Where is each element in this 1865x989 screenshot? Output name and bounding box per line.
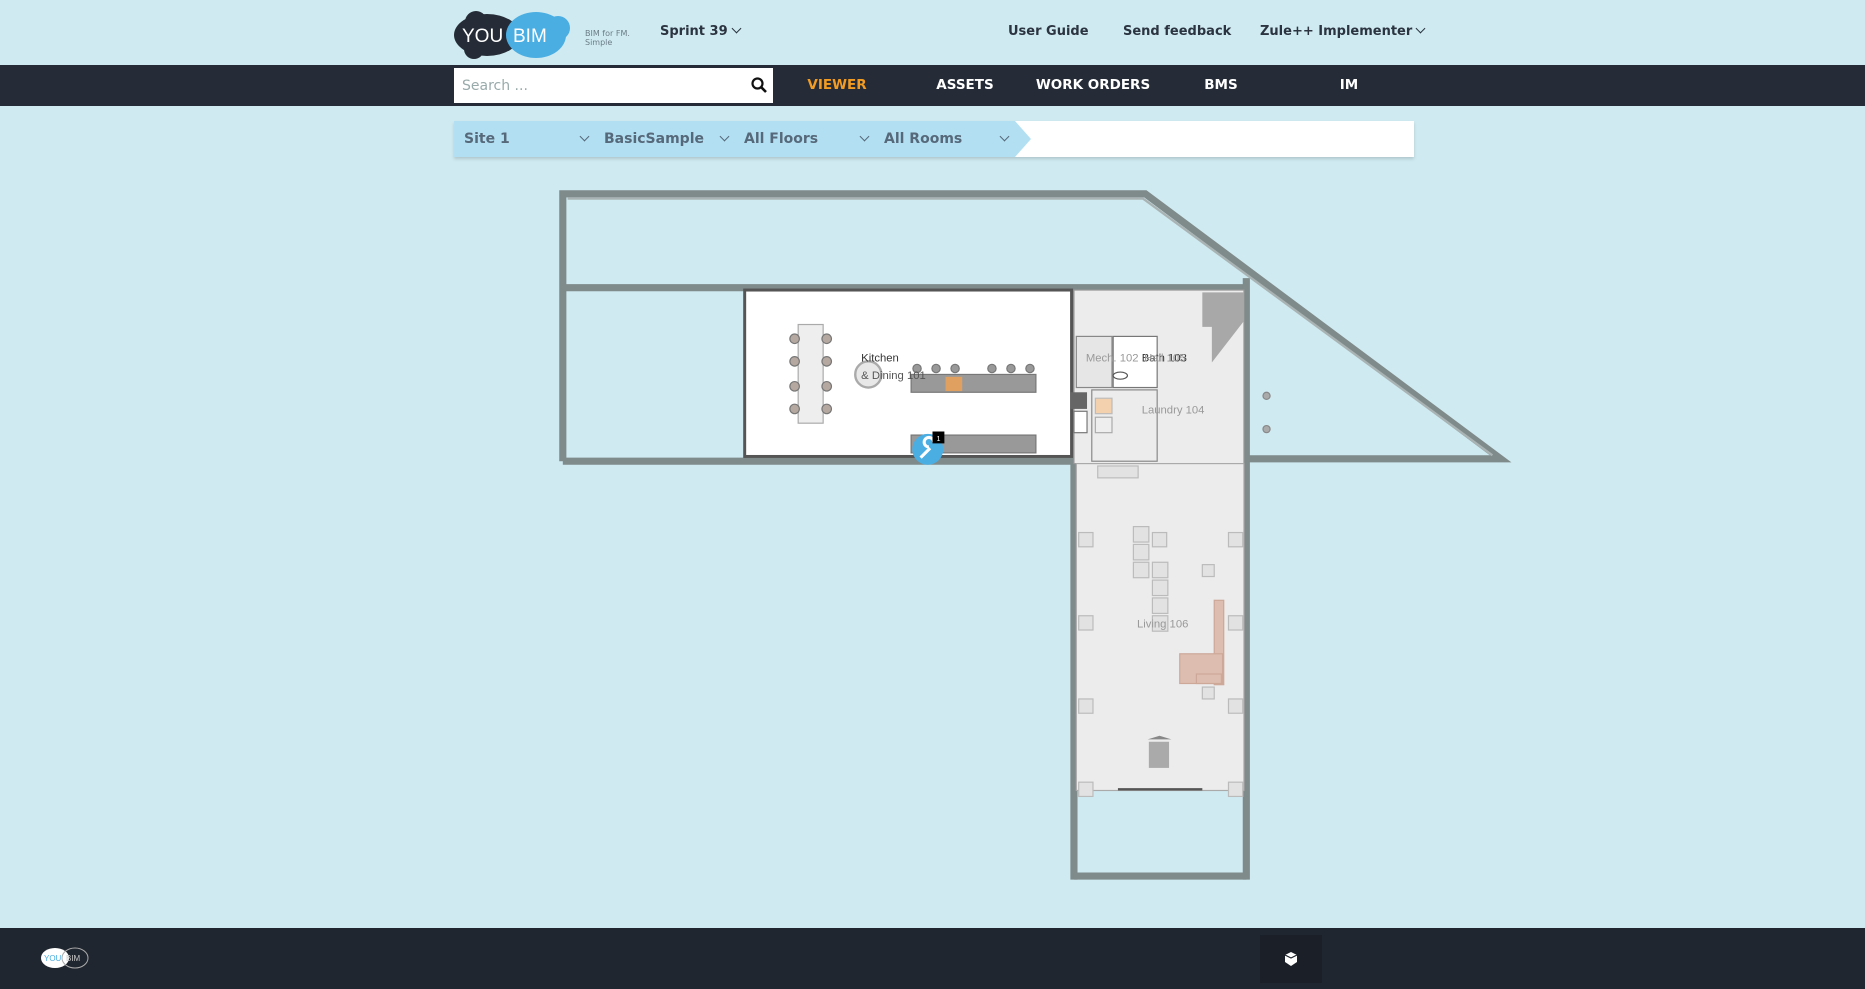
logo-tagline: BIM for FM. Simple	[585, 29, 630, 47]
room-mech[interactable]	[1075, 335, 1113, 389]
top-header: YOU BIM BIM for FM. Simple Sprint 39 User…	[0, 0, 1865, 65]
site-dropdown[interactable]: Site 1	[464, 131, 590, 147]
cube-icon	[1284, 952, 1298, 966]
room-label-hall: Hall 105	[1144, 352, 1185, 364]
tab-im[interactable]: IM	[1285, 77, 1413, 93]
work-order-count-badge: 1	[936, 435, 940, 443]
location-breadcrumb: Site 1 BasicSample All Floors All Rooms	[454, 121, 1414, 157]
tab-viewer[interactable]: VIEWER	[773, 77, 901, 93]
tab-work-orders[interactable]: WORK ORDERS	[1029, 77, 1157, 93]
room-bath[interactable]	[1112, 335, 1158, 389]
search-icon[interactable]	[751, 77, 767, 93]
project-dropdown[interactable]: Sprint 39	[660, 23, 742, 39]
youbim-logo[interactable]: YOU BIM	[454, 10, 576, 60]
footer-youbim-logo: YOU BIM	[41, 947, 89, 969]
search-box	[454, 68, 773, 103]
room-label-bath: Bath 103	[1142, 352, 1187, 364]
room-label-kitchen-dining: & Dining 101	[861, 370, 926, 382]
room-dropdown[interactable]: All Rooms	[884, 131, 1010, 147]
user-guide-link[interactable]: User Guide	[1008, 24, 1089, 39]
room-label-laundry: Laundry 104	[1142, 405, 1205, 417]
room-label-kitchen: Kitchen	[861, 352, 899, 364]
tab-assets[interactable]: ASSETS	[901, 77, 1029, 93]
chevron-down-icon	[731, 23, 742, 34]
tab-bms[interactable]: BMS	[1157, 77, 1285, 93]
room-hall[interactable]	[1073, 289, 1245, 465]
floor-dropdown[interactable]: All Floors	[744, 131, 870, 147]
send-feedback-link[interactable]: Send feedback	[1123, 24, 1231, 39]
work-order-marker[interactable]: 1	[912, 431, 945, 465]
svg-text:YOU: YOU	[462, 26, 503, 47]
svg-text:BIM: BIM	[66, 954, 81, 963]
room-kitchen[interactable]	[743, 288, 1074, 458]
stair	[1202, 292, 1244, 363]
user-menu-dropdown[interactable]: Zule++ Implementer	[1260, 23, 1426, 39]
room-label-mech: Mech. 102	[1086, 352, 1139, 364]
chevron-down-icon	[1415, 23, 1426, 34]
wrench-icon	[919, 435, 936, 459]
svg-text:YOU: YOU	[44, 954, 62, 963]
search-input[interactable]	[454, 68, 734, 103]
svg-text:BIM: BIM	[513, 26, 547, 47]
footer-bar: YOU BIM	[0, 928, 1865, 989]
main-nav: VIEWER ASSETS WORK ORDERS BMS IM	[0, 65, 1865, 106]
exterior-walls	[559, 190, 1512, 880]
room-label-living: Living 106	[1137, 619, 1188, 631]
room-laundry[interactable]	[1091, 389, 1158, 462]
building-dropdown[interactable]: BasicSample	[604, 131, 730, 147]
room-living[interactable]	[1075, 462, 1245, 792]
3d-view-button[interactable]	[1260, 935, 1322, 983]
